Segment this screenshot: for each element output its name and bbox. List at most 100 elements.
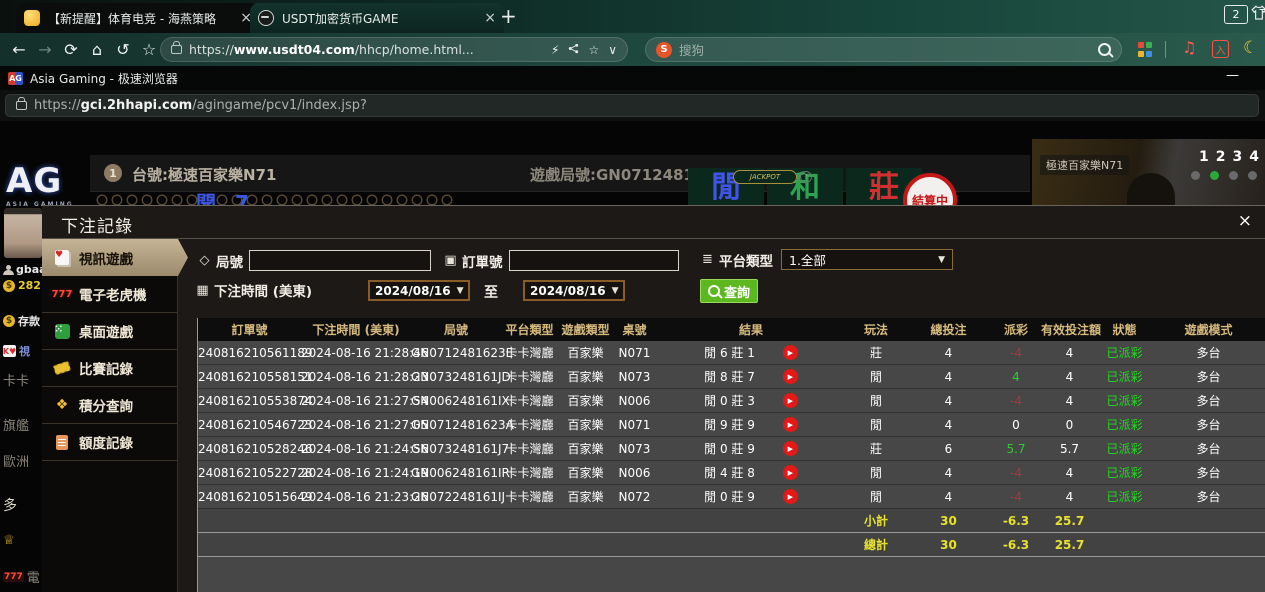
apps-grid-icon[interactable] — [1138, 42, 1153, 57]
camera-number[interactable]: 3 — [1233, 149, 1243, 165]
tag-icon: ◇ — [197, 254, 212, 268]
sidebar-item-桌面遊戲[interactable]: 桌面遊戲 — [42, 313, 177, 350]
tab-sports[interactable]: 【新提醒】体育电竞 - 海燕策略 × — [16, 3, 260, 33]
camera-number-tabs[interactable]: 1234 — [1199, 149, 1259, 165]
time-cell: 2024-08-16 21:27:05 — [301, 418, 411, 432]
sidebar-item-額度記錄[interactable]: 額度記錄 — [42, 424, 177, 461]
mode-cell: 多台 — [1151, 416, 1265, 433]
search-icon[interactable] — [1098, 43, 1111, 56]
slots-menu[interactable]: 777 電 — [3, 567, 40, 586]
hall-kaka[interactable]: 卡卡 — [3, 370, 29, 389]
slots-777-icon — [52, 289, 73, 300]
list-icon: ≣ — [700, 253, 715, 267]
left-menu-strip: gbaa $ 282. $ 存款 K♥ 視 卡卡 旗艦 歐洲 多 ♕ 777 電 — [0, 205, 42, 592]
search-engine-label: 搜狗 — [679, 40, 704, 59]
platform-cell: 卡卡灣廳 — [501, 440, 558, 457]
live-video-thumbnail[interactable]: 極速百家樂N71 1234 — [1032, 139, 1265, 205]
valid-bet-cell: 4 — [1041, 394, 1098, 408]
window-minimize-icon[interactable]: — — [1226, 68, 1239, 83]
search-button[interactable]: 查詢 — [700, 279, 758, 303]
close-icon[interactable]: × — [484, 10, 496, 26]
camera-number[interactable]: 4 — [1249, 149, 1259, 165]
total-bet-cell: 4 — [906, 418, 991, 432]
order-cell: 240816210546723 — [198, 418, 301, 432]
person-icon — [3, 265, 13, 275]
sidebar-item-label: 額度記錄 — [79, 432, 133, 452]
browser-tab-bar: 【新提醒】体育电竞 - 海燕策略 × USDT加密货币GAME × + 2 — — [0, 0, 1265, 33]
address-bar[interactable]: https://www.usdt04.com/hhcp/home.html...… — [160, 37, 628, 62]
sidebar-item-label: 積分查詢 — [79, 395, 133, 415]
summary-payout: -6.3 — [991, 514, 1041, 528]
yellow-app-icon — [24, 10, 40, 26]
hall-flagship[interactable]: 旗艦 — [3, 415, 29, 434]
reload-icon[interactable]: ⟳ — [58, 40, 84, 59]
iframe-address-bar[interactable]: https://gci.2hhapi.com/agingame/pcv1/ind… — [5, 94, 1259, 117]
favorite-star-icon[interactable]: ☆ — [588, 43, 599, 57]
play-video-icon[interactable]: ▶ — [783, 417, 798, 432]
tab-usdt-game[interactable]: USDT加密货币GAME × — [250, 3, 504, 33]
music-icon[interactable]: ♫ — [1182, 38, 1196, 57]
share-icon[interactable] — [568, 43, 579, 57]
pdf-icon[interactable]: 入 — [1212, 40, 1229, 58]
forward-icon[interactable]: → — [32, 40, 58, 59]
result-text: 閒 0 莊 9 — [704, 440, 755, 457]
play-video-icon[interactable]: ▶ — [783, 345, 798, 360]
table-row: 2408162105581512024-08-16 21:28:23GN0732… — [198, 365, 1265, 389]
sidebar-item-積分查詢[interactable]: 積分查詢 — [42, 387, 177, 424]
back-icon[interactable]: ← — [6, 40, 32, 59]
mode-cell: 多台 — [1151, 368, 1265, 385]
new-tab-button[interactable]: + — [500, 4, 517, 28]
round-cell: GN072248161IJ — [411, 490, 501, 504]
platform-filter: ≣ 平台類型 1.全部 ▼ — [700, 249, 953, 270]
bookmark-star-icon[interactable]: ☆ — [136, 40, 162, 59]
play-video-icon[interactable]: ▶ — [783, 441, 798, 456]
deposit-button[interactable]: $ 存款 — [3, 313, 40, 329]
search-bar[interactable]: S 搜狗 — [645, 37, 1122, 62]
sidebar-item-電子老虎機[interactable]: 電子老虎機 — [42, 276, 177, 313]
home-icon[interactable]: ⌂ — [84, 40, 110, 59]
sidebar-item-視訊遊戲[interactable]: 視訊遊戲 — [42, 239, 188, 276]
play-video-icon[interactable]: ▶ — [783, 369, 798, 384]
table-no-cell: N073 — [613, 442, 656, 456]
flash-icon[interactable]: ⚡ — [551, 43, 559, 57]
play-video-icon[interactable]: ▶ — [783, 465, 798, 480]
bet-records-table: 訂單號下注時間 (美東)局號平台類型遊戲類型桌號結果玩法總投注派彩有效投注額狀態… — [197, 318, 1265, 592]
order-input[interactable] — [509, 250, 679, 271]
modal-titlebar: 下注記錄 × — [42, 206, 1265, 239]
status-cell: 已派彩 — [1098, 368, 1151, 385]
night-mode-icon[interactable]: ☾ — [1243, 38, 1258, 58]
sogou-logo-icon: S — [656, 42, 672, 58]
date-to-picker[interactable]: 2024/08/16 ▼ — [523, 280, 625, 301]
play-video-icon[interactable]: ▶ — [783, 393, 798, 408]
close-icon[interactable]: × — [1238, 213, 1252, 230]
camera-number[interactable]: 1 — [1199, 149, 1209, 165]
payout-cell: -4 — [991, 466, 1041, 480]
rewards-menu[interactable]: ♕ — [3, 533, 15, 548]
camera-dot — [1191, 171, 1200, 180]
table-row: 2408162105227282024-08-16 21:24:19GN0062… — [198, 461, 1265, 485]
history-icon[interactable]: ↺ — [110, 40, 136, 59]
play-type-cell: 閒 — [846, 416, 906, 433]
game-type-cell: 百家樂 — [558, 464, 613, 481]
platform-cell: 卡卡灣廳 — [501, 464, 558, 481]
round-input[interactable] — [249, 250, 431, 271]
chevron-down-icon[interactable]: ∨ — [608, 43, 617, 57]
jackpot-help-icon[interactable]: ? — [800, 171, 812, 183]
hall-europe[interactable]: 歐洲 — [3, 451, 29, 470]
tab-count-badge[interactable]: 2 — [1224, 5, 1248, 24]
payout-cell: 5.7 — [991, 442, 1041, 456]
minimize-icon[interactable]: — — [1259, 2, 1265, 17]
sidebar-item-比賽記錄[interactable]: 比賽記錄 — [42, 350, 177, 387]
ag-logo: AGASIA GAMING — [6, 161, 74, 208]
platform-select[interactable]: 1.全部 ▼ — [781, 249, 953, 270]
multi-table-menu[interactable]: 多 — [3, 495, 17, 515]
game-type-cell: 百家樂 — [558, 440, 613, 457]
table-row: 2408162105282462024-08-16 21:24:56GN0732… — [198, 437, 1265, 461]
date-from-picker[interactable]: 2024/08/16 ▼ — [368, 280, 470, 301]
play-video-icon[interactable]: ▶ — [783, 489, 798, 504]
summary-total-bet: 30 — [906, 514, 991, 528]
video-games-menu[interactable]: K♥ 視 — [3, 343, 30, 359]
dealer-silhouette — [1127, 173, 1175, 205]
camera-number[interactable]: 2 — [1216, 149, 1226, 165]
avatar[interactable] — [4, 208, 42, 258]
